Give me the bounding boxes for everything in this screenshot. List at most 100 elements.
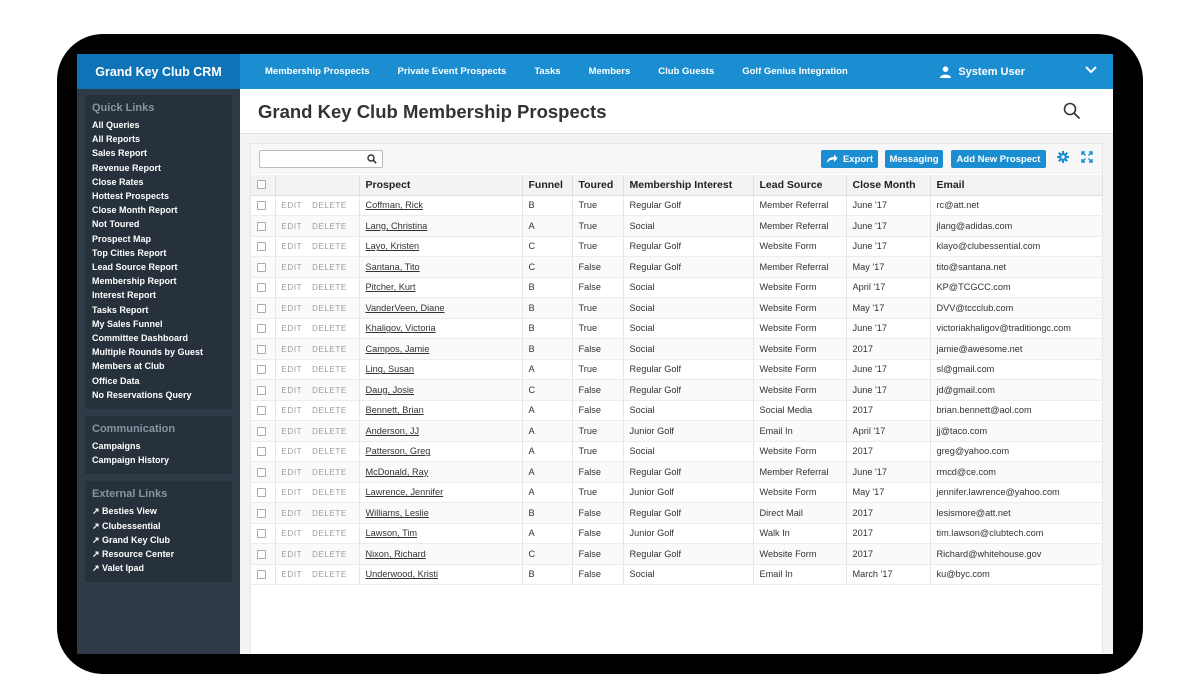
edit-button[interactable]: EDIT: [282, 263, 303, 272]
column-header-prospect[interactable]: Prospect: [359, 175, 523, 196]
sidebar-item-hottest-prospects[interactable]: Hottest Prospects: [92, 189, 232, 203]
delete-button[interactable]: DELETE: [312, 263, 347, 272]
select-all-checkbox[interactable]: [257, 180, 266, 190]
delete-button[interactable]: DELETE: [312, 529, 347, 538]
sidebar-item-resource-center[interactable]: ↗ Resource Center: [92, 547, 232, 561]
delete-button[interactable]: DELETE: [312, 468, 347, 477]
column-header-membership-interest[interactable]: Membership Interest: [623, 175, 754, 196]
row-checkbox[interactable]: [257, 201, 266, 211]
prospect-link[interactable]: Khaligov, Victoria: [366, 323, 436, 333]
nav-item-golf-genius-integration[interactable]: Golf Genius Integration: [742, 66, 848, 77]
sidebar-item-all-reports[interactable]: All Reports: [92, 132, 232, 146]
sidebar-item-sales-report[interactable]: Sales Report: [92, 146, 232, 160]
expand-icon[interactable]: [1081, 151, 1093, 163]
delete-button[interactable]: DELETE: [312, 386, 347, 395]
sidebar-item-besties-view[interactable]: ↗ Besties View: [92, 504, 232, 518]
edit-button[interactable]: EDIT: [282, 242, 303, 251]
edit-button[interactable]: EDIT: [282, 468, 303, 477]
edit-button[interactable]: EDIT: [282, 570, 303, 579]
brand-logo[interactable]: Grand Key Club CRM: [77, 54, 240, 89]
nav-item-members[interactable]: Members: [589, 66, 631, 77]
row-checkbox[interactable]: [257, 303, 266, 313]
column-header-lead-source[interactable]: Lead Source: [753, 175, 847, 196]
sidebar-item-members-at-club[interactable]: Members at Club: [92, 359, 232, 373]
delete-button[interactable]: DELETE: [312, 406, 347, 415]
row-checkbox[interactable]: [257, 262, 266, 272]
table-search-input[interactable]: [260, 153, 360, 169]
sidebar-item-campaign-history[interactable]: Campaign History: [92, 453, 232, 467]
prospect-link[interactable]: Lawrence, Jennifer: [366, 487, 444, 497]
delete-button[interactable]: DELETE: [312, 222, 347, 231]
sidebar-item-interest-report[interactable]: Interest Report: [92, 288, 232, 302]
search-icon[interactable]: [367, 154, 377, 164]
prospect-link[interactable]: McDonald, Ray: [366, 467, 429, 477]
delete-button[interactable]: DELETE: [312, 345, 347, 354]
edit-button[interactable]: EDIT: [282, 509, 303, 518]
column-header-email[interactable]: Email: [930, 175, 1103, 196]
edit-button[interactable]: EDIT: [282, 529, 303, 538]
row-checkbox[interactable]: [257, 283, 266, 293]
column-header-toured[interactable]: Toured: [572, 175, 624, 196]
prospect-link[interactable]: Ling, Susan: [366, 364, 415, 374]
row-checkbox[interactable]: [257, 385, 266, 395]
sidebar-item-close-month-report[interactable]: Close Month Report: [92, 203, 232, 217]
row-checkbox[interactable]: [257, 344, 266, 354]
row-checkbox[interactable]: [257, 529, 266, 539]
delete-button[interactable]: DELETE: [312, 201, 347, 210]
prospect-link[interactable]: Patterson, Greg: [366, 446, 431, 456]
nav-item-membership-prospects[interactable]: Membership Prospects: [265, 66, 370, 77]
row-checkbox[interactable]: [257, 467, 266, 477]
row-checkbox[interactable]: [257, 549, 266, 559]
prospect-link[interactable]: Williams, Leslie: [366, 508, 429, 518]
column-header-close-month[interactable]: Close Month: [846, 175, 931, 196]
sidebar-item-all-queries[interactable]: All Queries: [92, 118, 232, 132]
sidebar-item-grand-key-club[interactable]: ↗ Grand Key Club: [92, 533, 232, 547]
sidebar-item-close-rates[interactable]: Close Rates: [92, 175, 232, 189]
sidebar-item-valet-ipad[interactable]: ↗ Valet Ipad: [92, 561, 232, 575]
nav-item-club-guests[interactable]: Club Guests: [658, 66, 714, 77]
row-checkbox[interactable]: [257, 426, 266, 436]
sidebar-item-committee-dashboard[interactable]: Committee Dashboard: [92, 331, 232, 345]
edit-button[interactable]: EDIT: [282, 365, 303, 374]
delete-button[interactable]: DELETE: [312, 283, 347, 292]
nav-item-private-event-prospects[interactable]: Private Event Prospects: [398, 66, 507, 77]
edit-button[interactable]: EDIT: [282, 447, 303, 456]
delete-button[interactable]: DELETE: [312, 570, 347, 579]
search-icon[interactable]: [1063, 102, 1081, 120]
sidebar-item-top-cities-report[interactable]: Top Cities Report: [92, 246, 232, 260]
prospect-link[interactable]: Campos, Jamie: [366, 344, 430, 354]
edit-button[interactable]: EDIT: [282, 283, 303, 292]
row-checkbox[interactable]: [257, 508, 266, 518]
row-checkbox[interactable]: [257, 242, 266, 252]
prospect-link[interactable]: Layo, Kristen: [366, 241, 420, 251]
edit-button[interactable]: EDIT: [282, 386, 303, 395]
nav-item-tasks[interactable]: Tasks: [534, 66, 560, 77]
chevron-down-icon[interactable]: [1085, 65, 1097, 75]
delete-button[interactable]: DELETE: [312, 365, 347, 374]
prospect-link[interactable]: Nixon, Richard: [366, 549, 426, 559]
column-header-funnel[interactable]: Funnel: [522, 175, 573, 196]
sidebar-item-campaigns[interactable]: Campaigns: [92, 439, 232, 453]
edit-button[interactable]: EDIT: [282, 550, 303, 559]
row-checkbox[interactable]: [257, 447, 266, 457]
row-checkbox[interactable]: [257, 324, 266, 334]
sidebar-item-lead-source-report[interactable]: Lead Source Report: [92, 260, 232, 274]
sidebar-item-membership-report[interactable]: Membership Report: [92, 274, 232, 288]
delete-button[interactable]: DELETE: [312, 427, 347, 436]
edit-button[interactable]: EDIT: [282, 222, 303, 231]
messaging-button[interactable]: Messaging: [885, 150, 943, 168]
sidebar-item-tasks-report[interactable]: Tasks Report: [92, 303, 232, 317]
edit-button[interactable]: EDIT: [282, 304, 303, 313]
prospect-link[interactable]: Pitcher, Kurt: [366, 282, 416, 292]
edit-button[interactable]: EDIT: [282, 406, 303, 415]
row-checkbox[interactable]: [257, 570, 266, 580]
add-new-prospect-button[interactable]: Add New Prospect: [951, 150, 1046, 168]
edit-button[interactable]: EDIT: [282, 427, 303, 436]
sidebar-item-no-reservations-query[interactable]: No Reservations Query: [92, 388, 232, 402]
prospect-link[interactable]: Bennett, Brian: [366, 405, 424, 415]
sidebar-item-not-toured[interactable]: Not Toured: [92, 217, 232, 231]
sidebar-item-my-sales-funnel[interactable]: My Sales Funnel: [92, 317, 232, 331]
prospect-link[interactable]: Lawson, Tim: [366, 528, 418, 538]
row-checkbox[interactable]: [257, 406, 266, 416]
row-checkbox[interactable]: [257, 221, 266, 231]
